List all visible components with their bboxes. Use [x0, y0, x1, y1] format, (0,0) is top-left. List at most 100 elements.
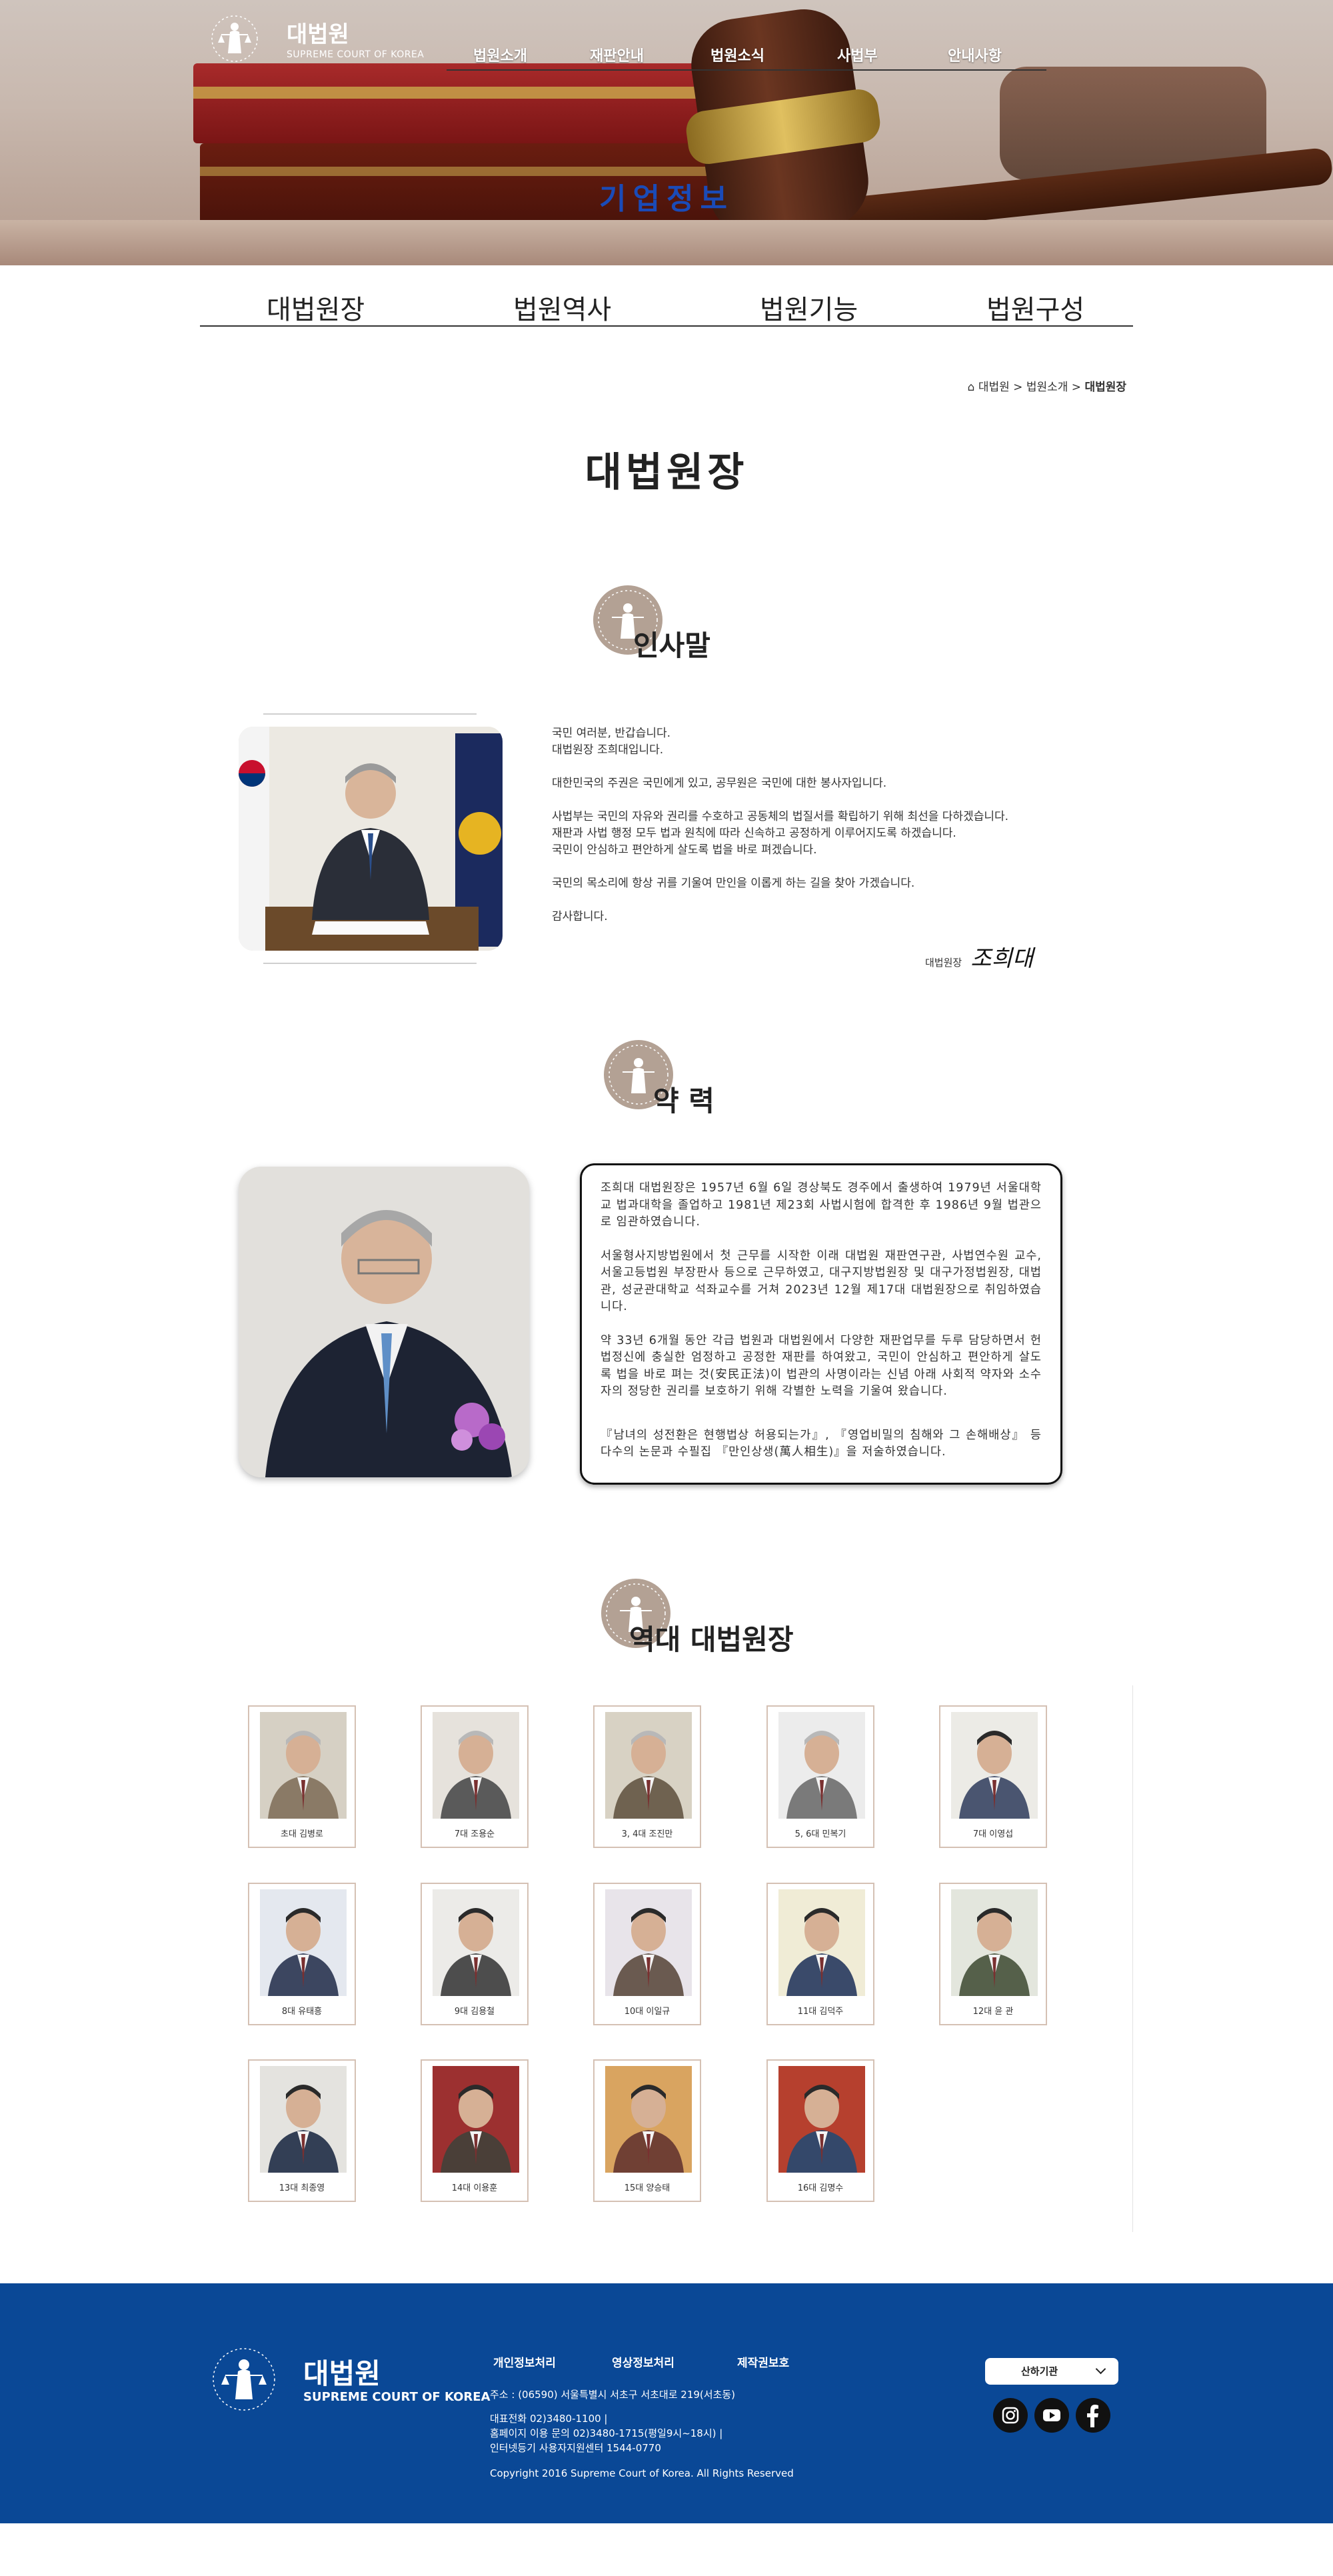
affiliates-select-label: 산하기관 — [1021, 2365, 1058, 2377]
breadcrumb-separator: > — [1071, 381, 1082, 394]
past-chief-photo — [433, 2066, 519, 2173]
past-chief-caption: 16대 김명수 — [797, 2183, 844, 2193]
past-chief-caption: 7대 조용순 — [454, 1829, 495, 1839]
footer-link-video-privacy[interactable]: 영상정보처리 — [612, 2353, 674, 2370]
footer-homepage-inquiry: 홈페이지 이용 문의 02)3480-1715(평일9시~18시) | — [490, 2427, 723, 2439]
past-chief-card: 7대 이영섭 — [939, 1705, 1047, 1848]
footer-internet-center: 인터넷등기 사용자지원센터 1544-0770 — [490, 2442, 661, 2454]
past-chief-photo — [433, 1712, 519, 1819]
past-chief-caption: 5, 6대 민복기 — [794, 1829, 846, 1839]
career-paragraph: 약 33년 6개월 동안 각급 법원과 대법원에서 다양한 재판업무를 두루 담… — [601, 1333, 1042, 1399]
signature-name: 조희대 — [970, 945, 1034, 972]
past-chief-caption: 9대 김용철 — [454, 2007, 495, 2017]
greeting-paragraph: 국민 여러분, 반갑습니다. 대법원장 조희대입니다. — [552, 727, 671, 757]
hero-shelf — [0, 220, 1333, 265]
greeting-paragraph: 사법부는 국민의 자유와 권리를 수호하고 공동체의 법질서를 확립하기 위해 … — [552, 810, 1009, 857]
affiliates-select[interactable]: 산하기관 — [985, 2358, 1118, 2385]
facebook-icon[interactable] — [1076, 2398, 1110, 2433]
footer-logo-subtitle: SUPREME COURT OF KOREA — [303, 2390, 491, 2404]
past-chief-card: 8대 유태흥 — [248, 1883, 356, 2025]
signature-label: 대법원장 — [925, 957, 962, 969]
footer-logo-name: 대법원 — [303, 2357, 381, 2390]
past-chiefs-grid: 초대 김병로 7대 조용순 3, 4대 조진만 5, 6대 민복기 7대 이영섭 8대 유… — [200, 1685, 1133, 2232]
logo-name: 대법원 — [287, 21, 349, 48]
nav-item-guide[interactable]: 안내사항 — [948, 44, 1002, 65]
nav-item-judiciary[interactable]: 사법부 — [837, 44, 878, 65]
breadcrumb-separator: > — [1013, 381, 1023, 394]
chief-justice-greeting-photo — [239, 727, 503, 951]
tab-chief-justice[interactable]: 대법원장 — [267, 288, 365, 327]
past-chief-card: 초대 김병로 — [248, 1705, 356, 1848]
past-chief-caption: 초대 김병로 — [281, 1829, 323, 1839]
footer-link-privacy[interactable]: 개인정보처리 — [493, 2353, 556, 2370]
hero-title: 기업정보 — [599, 182, 734, 216]
past-chief-photo — [260, 1889, 347, 1996]
past-chief-photo — [951, 1889, 1038, 1996]
past-chief-caption: 14대 이용훈 — [451, 2183, 498, 2193]
instagram-icon[interactable] — [993, 2398, 1028, 2433]
career-textbox: 조희대 대법원장은 1957년 6월 6일 경상북도 경주에서 출생하여 197… — [580, 1163, 1062, 1485]
past-chief-card: 15대 양승태 — [593, 2059, 701, 2202]
footer: 대법원 SUPREME COURT OF KOREA 개인정보처리 영상정보처리… — [0, 2283, 1333, 2523]
footer-link-copyright[interactable]: 제작권보호 — [737, 2353, 789, 2370]
past-chief-photo — [260, 2066, 347, 2173]
hero-banner: 대법원 SUPREME COURT OF KOREA 법원소개 재판안내 법원소… — [0, 0, 1333, 265]
chevron-down-icon — [1095, 2363, 1106, 2375]
past-chief-photo — [778, 2066, 865, 2173]
past-chief-caption: 11대 김덕주 — [797, 2007, 844, 2017]
past-chief-caption: 13대 최종영 — [279, 2183, 325, 2193]
past-chief-card: 13대 최종영 — [248, 2059, 356, 2202]
past-chief-photo — [605, 1712, 692, 1819]
chief-justice-portrait-photo — [239, 1167, 529, 1477]
past-chief-caption: 7대 이영섭 — [972, 1829, 1014, 1839]
greeting-title: 인사말 — [633, 629, 710, 662]
breadcrumb-current: 대법원장 — [1084, 381, 1126, 394]
footer-phone: 대표전화 02)3480-1100 | — [490, 2413, 608, 2425]
past-chief-card: 9대 김용철 — [421, 1883, 529, 2025]
nav-item-about[interactable]: 법원소개 — [473, 44, 527, 65]
past-chief-card: 11대 김덕주 — [766, 1883, 874, 2025]
greeting-paragraph: 대한민국의 주권은 국민에게 있고, 공무원은 국민에 대한 봉사자입니다. — [552, 777, 887, 790]
footer-address: 주소 : (06590) 서울특별시 서초구 서초대로 219(서초동) — [490, 2389, 736, 2401]
past-chiefs-title: 역대 대법원장 — [629, 1623, 794, 1656]
past-chief-caption: 3, 4대 조진만 — [621, 1829, 673, 1839]
past-chief-card: 14대 이용훈 — [421, 2059, 529, 2202]
past-chief-photo — [605, 1889, 692, 1996]
past-chief-card: 16대 김명수 — [766, 2059, 874, 2202]
past-chief-caption: 12대 윤 관 — [972, 2007, 1014, 2017]
greeting-paragraph: 감사합니다. — [552, 910, 608, 923]
past-chief-card: 7대 조용순 — [421, 1705, 529, 1848]
footer-copyright: Copyright 2016 Supreme Court of Korea. A… — [490, 2467, 794, 2479]
site-logo[interactable]: 대법원 SUPREME COURT OF KOREA — [208, 12, 425, 65]
tab-court-history[interactable]: 법원역사 — [513, 288, 611, 327]
career-paragraph: 조희대 대법원장은 1957년 6월 6일 경상북도 경주에서 출생하여 197… — [601, 1181, 1042, 1229]
nav-item-news[interactable]: 법원소식 — [710, 44, 764, 65]
tab-court-structure[interactable]: 법원구성 — [986, 288, 1084, 327]
youtube-icon[interactable] — [1034, 2398, 1069, 2433]
breadcrumb: ⌂ 대법원 > 법원소개 > 대법원장 — [968, 377, 1126, 394]
nav-item-trial[interactable]: 재판안내 — [590, 44, 644, 65]
hero-book — [193, 63, 700, 143]
tab-court-function[interactable]: 법원기능 — [760, 288, 858, 327]
signature: 대법원장 조희대 — [925, 940, 1033, 973]
logo-subtitle: SUPREME COURT OF KOREA — [287, 49, 425, 60]
breadcrumb-level1[interactable]: 법원소개 — [1026, 381, 1068, 394]
court-emblem-icon — [213, 2348, 275, 2411]
career-paragraph: 서울형사지방법원에서 첫 근무를 시작한 이래 대법원 재판연구관, 사법연수원… — [601, 1249, 1042, 1314]
page-title: 대법원장 — [585, 449, 748, 496]
divider — [263, 963, 477, 964]
career-title: 약 력 — [653, 1085, 714, 1117]
past-chief-caption: 10대 이일규 — [624, 2007, 670, 2017]
hero-book-band — [193, 87, 700, 99]
past-chief-photo — [778, 1889, 865, 1996]
past-chief-photo — [778, 1712, 865, 1819]
past-chief-photo — [260, 1712, 347, 1819]
past-chief-photo — [605, 2066, 692, 2173]
global-nav: 법원소개 재판안내 법원소식 사법부 안내사항 — [447, 44, 1046, 71]
home-icon[interactable]: ⌂ — [968, 381, 975, 394]
past-chief-card: 5, 6대 민복기 — [766, 1705, 874, 1848]
greeting-paragraph: 국민의 목소리에 항상 귀를 기울여 만인을 이롭게 하는 길을 찾아 가겠습니… — [552, 877, 915, 890]
past-chief-caption: 15대 양승태 — [624, 2183, 670, 2193]
breadcrumb-home[interactable]: 대법원 — [978, 381, 1010, 394]
divider — [263, 713, 477, 715]
